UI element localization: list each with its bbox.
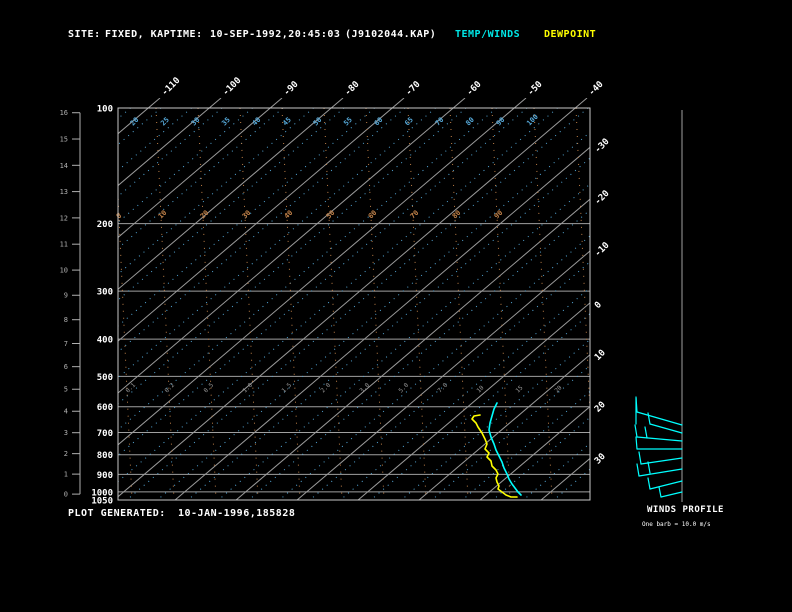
svg-text:90: 90 [495, 116, 507, 128]
svg-text:3: 3 [64, 429, 68, 437]
svg-text:200: 200 [97, 220, 113, 230]
dry-adiabat-lines [118, 108, 590, 500]
svg-text:0.5: 0.5 [202, 382, 215, 395]
svg-text:2.0: 2.0 [319, 382, 332, 395]
svg-text:10: 10 [60, 267, 68, 275]
svg-text:-40: -40 [587, 80, 606, 99]
svg-text:400: 400 [97, 336, 113, 346]
svg-text:60: 60 [373, 116, 385, 128]
svg-text:10: 10 [593, 348, 608, 363]
svg-text:45: 45 [281, 116, 293, 128]
svg-text:500: 500 [97, 373, 113, 383]
svg-text:0.1: 0.1 [124, 382, 137, 395]
svg-text:10: 10 [157, 209, 169, 221]
svg-text:300: 300 [97, 288, 113, 298]
svg-text:25: 25 [159, 116, 171, 128]
svg-text:40: 40 [283, 209, 295, 221]
svg-text:15: 15 [60, 136, 68, 144]
svg-text:11: 11 [60, 241, 68, 249]
svg-text:4: 4 [64, 408, 68, 416]
svg-text:0: 0 [593, 300, 604, 311]
svg-text:2: 2 [64, 450, 68, 458]
dry-adiabat-labels: 0 10 20 30 40 50 60 70 80 90 [115, 209, 505, 221]
svg-text:15: 15 [514, 384, 524, 394]
skewt-screen: SITE: FIXED, KAP TIME: 10-SEP-1992,20:45… [0, 0, 792, 612]
svg-text:100: 100 [525, 113, 540, 128]
svg-text:60: 60 [367, 209, 379, 221]
svg-text:800: 800 [97, 451, 113, 461]
svg-text:70: 70 [434, 116, 446, 128]
svg-text:80: 80 [451, 209, 463, 221]
svg-text:-70: -70 [404, 80, 423, 99]
svg-text:0.2: 0.2 [163, 382, 176, 395]
svg-text:-80: -80 [343, 80, 362, 99]
svg-text:-90: -90 [282, 80, 301, 99]
height-axis: 012345678910111213141516 [60, 109, 81, 499]
svg-text:14: 14 [60, 162, 68, 170]
svg-text:5.0: 5.0 [397, 382, 410, 395]
svg-text:20: 20 [553, 384, 563, 394]
moist-adiabat-lines [118, 108, 590, 500]
temperature-trace [488, 402, 522, 496]
svg-text:30: 30 [241, 209, 253, 221]
svg-text:1: 1 [64, 471, 68, 479]
svg-text:7.0: 7.0 [436, 382, 449, 395]
svg-text:80: 80 [464, 116, 476, 128]
svg-text:-60: -60 [465, 80, 484, 99]
svg-text:50: 50 [312, 116, 324, 128]
svg-text:-100: -100 [221, 76, 243, 98]
svg-text:5: 5 [64, 386, 68, 394]
svg-text:90: 90 [493, 209, 505, 221]
svg-text:600: 600 [97, 403, 113, 413]
svg-text:9: 9 [64, 292, 68, 300]
svg-text:-10: -10 [593, 241, 612, 260]
svg-text:16: 16 [60, 109, 68, 117]
svg-text:20: 20 [593, 400, 608, 415]
svg-text:-110: -110 [160, 76, 182, 98]
svg-text:30: 30 [190, 116, 202, 128]
svg-text:1.0: 1.0 [241, 382, 254, 395]
svg-text:55: 55 [342, 116, 354, 128]
svg-text:8: 8 [64, 316, 68, 324]
svg-text:-30: -30 [593, 137, 612, 156]
svg-text:-20: -20 [593, 189, 612, 208]
svg-text:30: 30 [593, 452, 608, 467]
svg-text:700: 700 [97, 429, 113, 439]
svg-text:900: 900 [97, 471, 113, 481]
svg-text:7: 7 [64, 340, 68, 348]
svg-text:100: 100 [97, 105, 113, 115]
skewt-chart: 1002003004005006007008009001000105001234… [60, 76, 683, 507]
svg-text:65: 65 [403, 116, 415, 128]
svg-text:40: 40 [251, 116, 263, 128]
svg-text:35: 35 [220, 116, 232, 128]
svg-text:13: 13 [60, 188, 68, 196]
svg-text:20: 20 [129, 116, 141, 128]
pressure-axis-labels: 10020030040050060070080090010001050 [91, 105, 113, 507]
moist-adiabat-labels: 20 25 30 35 40 45 50 55 60 65 70 80 90 100 [129, 113, 540, 128]
svg-text:1.5: 1.5 [280, 382, 293, 395]
svg-text:0: 0 [64, 491, 68, 499]
svg-text:6: 6 [64, 363, 68, 371]
svg-text:3.0: 3.0 [358, 382, 371, 395]
svg-text:70: 70 [409, 209, 421, 221]
svg-text:50: 50 [325, 209, 337, 221]
svg-text:-50: -50 [526, 80, 545, 99]
wind-barbs [634, 396, 683, 498]
svg-text:12: 12 [60, 214, 68, 222]
svg-text:1050: 1050 [91, 497, 113, 507]
